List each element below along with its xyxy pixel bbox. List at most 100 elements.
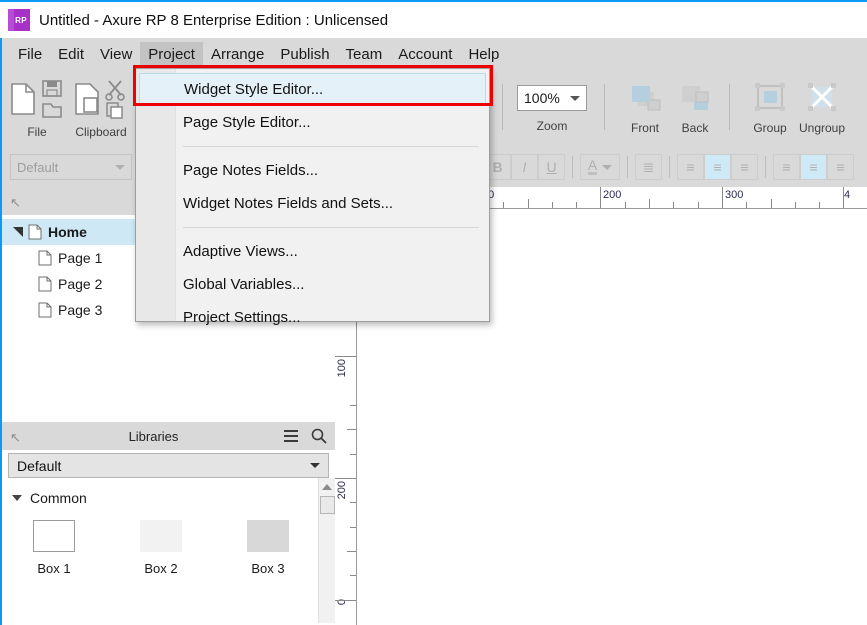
italic-glyph: I (522, 159, 527, 175)
align-left-button[interactable]: ≡ (677, 154, 704, 180)
save-icon[interactable] (40, 78, 66, 120)
menu-item-label: Widget Notes Fields and Sets... (183, 195, 394, 212)
bullet-list-button[interactable]: ≣ (635, 154, 662, 180)
widget-preview (247, 520, 289, 552)
ungroup-icon[interactable] (799, 78, 845, 118)
menu-file[interactable]: File (10, 42, 50, 67)
ruler-label-h-200: 200 (603, 189, 622, 201)
libraries-panel: Libraries Default Common (0, 422, 335, 625)
library-select[interactable]: Default (8, 453, 329, 478)
toolbar-group-zoom: 100% Zoom (517, 70, 587, 147)
libraries-content: Common Box 1 Box 2 Box 3 (2, 478, 335, 623)
align-center-button[interactable]: ≡ (704, 154, 731, 180)
page-icon (38, 302, 52, 318)
widget-item-box-2[interactable]: Box 2 (131, 520, 191, 576)
widget-label: Box 3 (251, 561, 285, 576)
app-logo-text: RP (15, 15, 27, 25)
collapse-panel-icon[interactable] (10, 429, 24, 443)
menu-item-global-variables[interactable]: Global Variables... (136, 268, 489, 301)
chevron-down-icon (12, 495, 22, 501)
align-right-button[interactable]: ≡ (731, 154, 758, 180)
menu-item-project-settings[interactable]: Project Settings... (136, 301, 489, 334)
widget-item-box-1[interactable]: Box 1 (24, 520, 84, 576)
menu-item-label: Adaptive Views... (183, 243, 298, 260)
ruler-label-v-100: 100 (336, 359, 348, 378)
toolbar-group-front: Front (622, 70, 668, 147)
toolbar-group-clipboard: Clipboard (72, 70, 130, 147)
zoom-select[interactable]: 100% (517, 85, 587, 111)
libraries-scrollbar[interactable] (318, 478, 335, 623)
bullet-list-glyph: ≣ (642, 158, 655, 175)
chevron-down-icon (570, 95, 580, 101)
library-group-common[interactable]: Common (2, 478, 335, 506)
project-menu-dropdown: Widget Style Editor... Page Style Editor… (135, 68, 490, 326)
menu-bar: File Edit View Project Arrange Publish T… (0, 38, 867, 70)
toolbar-label-front: Front (630, 121, 659, 135)
widget-preview (33, 520, 75, 552)
menu-item-widget-style-editor[interactable]: Widget Style Editor... (139, 73, 486, 106)
menu-project[interactable]: Project (140, 41, 203, 67)
menu-separator-1 (183, 146, 479, 147)
toolbar-separator-1 (502, 84, 503, 130)
library-select-value: Default (17, 457, 62, 474)
toolbar-separator-3 (729, 84, 730, 130)
widget-style-dropdown[interactable]: Default (10, 154, 132, 180)
font-color-glyph: A (587, 157, 598, 175)
underline-glyph: U (546, 159, 557, 175)
group-icon[interactable] (747, 78, 793, 118)
new-page-icon[interactable] (8, 78, 38, 118)
tree-item-label: Page 2 (58, 276, 103, 292)
underline-button[interactable]: U (538, 154, 565, 180)
valign-bottom-glyph: ≡ (836, 159, 845, 175)
expand-triangle-icon[interactable] (10, 227, 26, 237)
title-bar: RP Untitled - Axure RP 8 Enterprise Edit… (0, 2, 867, 38)
valign-middle-button[interactable]: ≡ (800, 154, 827, 180)
paste-icon[interactable] (72, 78, 102, 118)
window-title: Untitled - Axure RP 8 Enterprise Edition… (39, 11, 389, 29)
font-color-button[interactable]: A (580, 154, 620, 180)
bring-to-front-icon[interactable] (622, 78, 668, 118)
ruler-label-h-400: 4 (844, 189, 851, 201)
menu-help[interactable]: Help (460, 42, 507, 67)
search-icon[interactable] (311, 428, 327, 444)
collapse-panel-icon[interactable] (10, 194, 24, 208)
italic-button[interactable]: I (511, 154, 538, 180)
menu-account[interactable]: Account (390, 42, 460, 67)
cut-icon[interactable] (104, 78, 130, 120)
toolbar-label-ungroup: Ungroup (799, 121, 846, 135)
send-to-back-icon[interactable] (672, 78, 718, 118)
toolbar-label-clipboard: Clipboard (75, 125, 127, 139)
menu-item-page-notes-fields[interactable]: Page Notes Fields... (136, 154, 489, 187)
align-left-glyph: ≡ (686, 159, 695, 175)
valign-bottom-button[interactable]: ≡ (827, 154, 854, 180)
menu-team[interactable]: Team (338, 42, 391, 67)
valign-top-button[interactable]: ≡ (773, 154, 800, 180)
widget-preview (140, 520, 182, 552)
menu-item-page-style-editor[interactable]: Page Style Editor... (136, 106, 489, 139)
scroll-up-arrow-icon[interactable] (322, 484, 332, 490)
format-separator-1 (572, 156, 573, 178)
chevron-down-icon (115, 164, 125, 170)
widget-list: Box 1 Box 2 Box 3 (2, 506, 335, 576)
valign-middle-glyph: ≡ (809, 159, 818, 175)
menu-publish[interactable]: Publish (272, 42, 337, 67)
widget-item-box-3[interactable]: Box 3 (238, 520, 298, 576)
widget-label: Box 1 (37, 561, 71, 576)
menu-arrange[interactable]: Arrange (203, 42, 272, 67)
page-icon (38, 250, 52, 266)
axure-rp-window: RP Untitled - Axure RP 8 Enterprise Edit… (0, 0, 867, 625)
toolbar-group-file: File (8, 70, 66, 147)
hamburger-icon[interactable] (283, 429, 299, 443)
menu-item-widget-notes-fields-and-sets[interactable]: Widget Notes Fields and Sets... (136, 187, 489, 220)
scrollbar-thumb[interactable] (319, 496, 335, 514)
bold-glyph: B (492, 159, 503, 175)
menu-item-label: Page Notes Fields... (183, 162, 319, 179)
valign-top-glyph: ≡ (782, 159, 791, 175)
menu-item-adaptive-views[interactable]: Adaptive Views... (136, 235, 489, 268)
menu-edit[interactable]: Edit (50, 42, 92, 67)
toolbar-group-group: Group (747, 70, 793, 147)
format-separator-4 (765, 156, 766, 178)
menu-view[interactable]: View (92, 42, 140, 67)
toolbar-label-back: Back (681, 121, 709, 135)
toolbar-label-file: File (27, 125, 47, 139)
